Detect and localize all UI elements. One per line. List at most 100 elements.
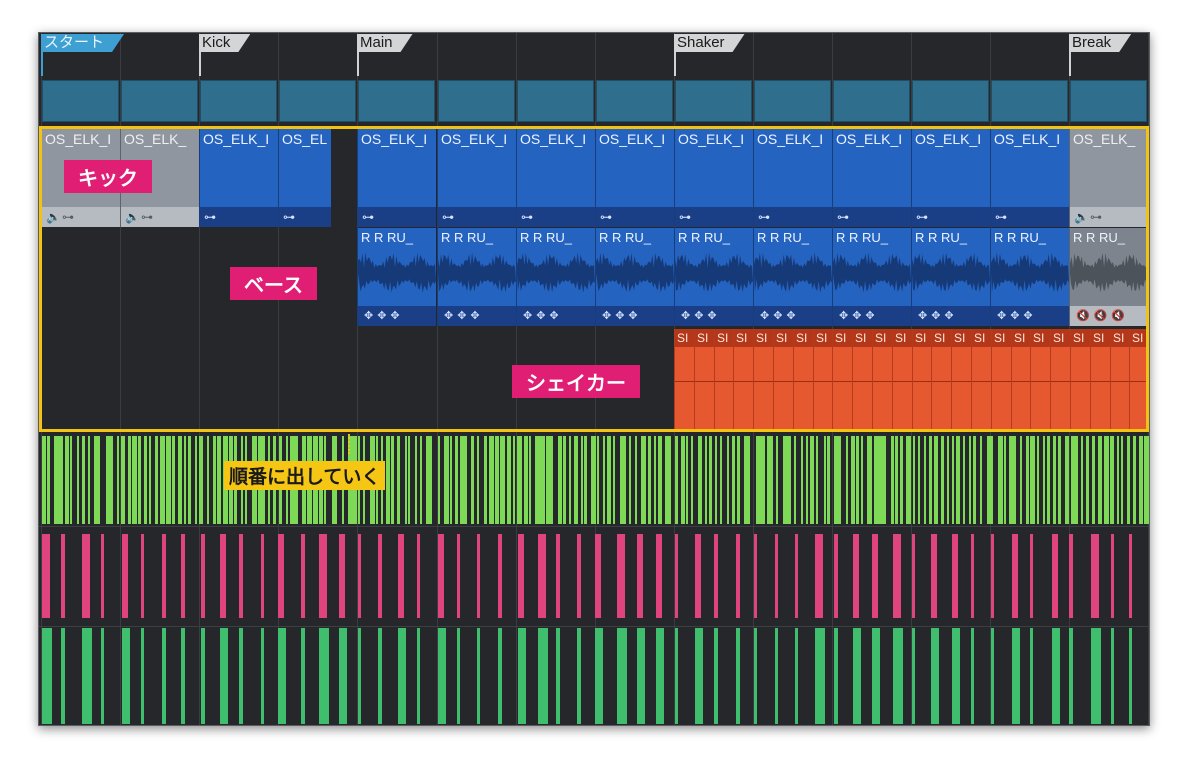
midi-note[interactable] (980, 436, 982, 524)
midi-note[interactable] (691, 436, 693, 524)
midi-note[interactable] (477, 628, 480, 724)
midi-note[interactable] (623, 436, 626, 524)
midi-note[interactable] (658, 436, 662, 524)
midi-note[interactable] (484, 436, 487, 524)
midi-note[interactable] (595, 628, 603, 724)
midi-note[interactable] (195, 436, 197, 524)
midi-note[interactable] (184, 436, 186, 524)
midi-note[interactable] (450, 436, 452, 524)
midi-note[interactable] (301, 534, 305, 618)
midi-note[interactable] (1133, 436, 1136, 524)
midi-note[interactable] (42, 628, 52, 724)
midi-note[interactable] (1104, 436, 1109, 524)
midi-note[interactable] (603, 436, 605, 524)
kick-clip[interactable]: OS_ELK_I ⊶ (753, 129, 832, 227)
midi-note[interactable] (776, 436, 778, 524)
midi-note[interactable] (1111, 534, 1114, 618)
shaker-clip[interactable]: SI (872, 329, 892, 430)
midi-note[interactable] (737, 436, 740, 524)
kick-clip[interactable]: OS_ELK_I ⊶ (437, 129, 516, 227)
midi-note[interactable] (457, 534, 460, 618)
midi-note[interactable] (853, 534, 859, 618)
midi-note[interactable] (1058, 436, 1061, 524)
midi-note[interactable] (121, 436, 125, 524)
kick-clip[interactable]: OS_ELK_I ⊶ (990, 129, 1069, 227)
midi-note[interactable] (477, 534, 480, 618)
midi-note[interactable] (1026, 436, 1029, 524)
midi-note[interactable] (405, 436, 407, 524)
kick-clip[interactable]: OS_ELK_I ⊶ (595, 129, 674, 227)
midi-note[interactable] (584, 436, 587, 524)
midi-note[interactable] (563, 436, 566, 524)
midi-note[interactable] (1052, 534, 1058, 618)
midi-note[interactable] (444, 436, 449, 524)
midi-note[interactable] (1111, 628, 1114, 724)
midi-note[interactable] (457, 628, 460, 724)
midi-note[interactable] (795, 628, 798, 724)
midi-note[interactable] (872, 628, 880, 724)
midi-note[interactable] (947, 436, 949, 524)
midi-note[interactable] (166, 436, 171, 524)
timeline-section-block[interactable] (358, 80, 435, 122)
midi-note[interactable] (1129, 628, 1132, 724)
kick-clip[interactable]: OS_ELK_I ⊶ (911, 129, 990, 227)
midi-note[interactable] (1012, 534, 1018, 618)
midi-note[interactable] (149, 436, 151, 524)
midi-note[interactable] (934, 436, 938, 524)
timeline-section-block[interactable] (438, 80, 515, 122)
midi-note[interactable] (577, 628, 581, 724)
bass-clip[interactable]: R R RU_ ✥✥✥ (357, 228, 436, 326)
midi-note[interactable] (952, 436, 954, 524)
kick-clip[interactable]: OS_ELK_I ⊶ (832, 129, 911, 227)
midi-note[interactable] (438, 436, 440, 524)
midi-note[interactable] (1139, 436, 1143, 524)
midi-note[interactable] (415, 436, 417, 524)
kick-clip[interactable]: OS_ELK_I ⊶ (674, 129, 753, 227)
bass-clip[interactable]: R R RU_ ✥✥✥ (437, 228, 516, 326)
midi-note[interactable] (1020, 436, 1022, 524)
midi-note[interactable] (581, 436, 583, 524)
midi-note[interactable] (654, 436, 656, 524)
midi-note[interactable] (1065, 436, 1069, 524)
midi-note[interactable] (42, 534, 50, 618)
midi-note[interactable] (98, 436, 100, 524)
midi-note[interactable] (732, 436, 735, 524)
midi-note[interactable] (1086, 436, 1089, 524)
midi-note[interactable] (430, 436, 432, 524)
midi-note[interactable] (698, 436, 702, 524)
midi-note[interactable] (893, 628, 903, 724)
kick-clip[interactable]: OS_ELK_I ⊶ (516, 129, 595, 227)
midi-note[interactable] (591, 436, 596, 524)
midi-note[interactable] (675, 436, 678, 524)
midi-note[interactable] (834, 534, 838, 618)
midi-note[interactable] (88, 436, 90, 524)
midi-note[interactable] (58, 436, 63, 524)
midi-note[interactable] (1053, 436, 1056, 524)
midi-note[interactable] (617, 534, 625, 618)
shaker-clip[interactable]: SI (1011, 329, 1031, 430)
midi-note[interactable] (695, 534, 701, 618)
midi-note[interactable] (637, 628, 645, 724)
midi-note[interactable] (42, 436, 46, 524)
midi-note[interactable] (577, 534, 581, 618)
midi-note[interactable] (816, 436, 818, 524)
midi-note[interactable] (991, 436, 993, 524)
timeline-section-block[interactable] (991, 80, 1068, 122)
midi-note[interactable] (188, 436, 191, 524)
midi-note[interactable] (856, 436, 859, 524)
midi-note[interactable] (391, 436, 394, 524)
midi-note[interactable] (952, 534, 958, 618)
midi-note[interactable] (895, 436, 898, 524)
shaker-clip[interactable]: SI (892, 329, 912, 430)
midi-note[interactable] (775, 534, 778, 618)
midi-note[interactable] (641, 436, 646, 524)
midi-note[interactable] (851, 436, 855, 524)
midi-note[interactable] (82, 436, 85, 524)
midi-note[interactable] (261, 534, 264, 618)
midi-note[interactable] (788, 436, 791, 524)
shaker-clip[interactable]: SI (991, 329, 1011, 430)
midi-note[interactable] (1121, 436, 1123, 524)
midi-note[interactable] (827, 436, 830, 524)
midi-note[interactable] (141, 534, 144, 618)
midi-note[interactable] (715, 436, 717, 524)
